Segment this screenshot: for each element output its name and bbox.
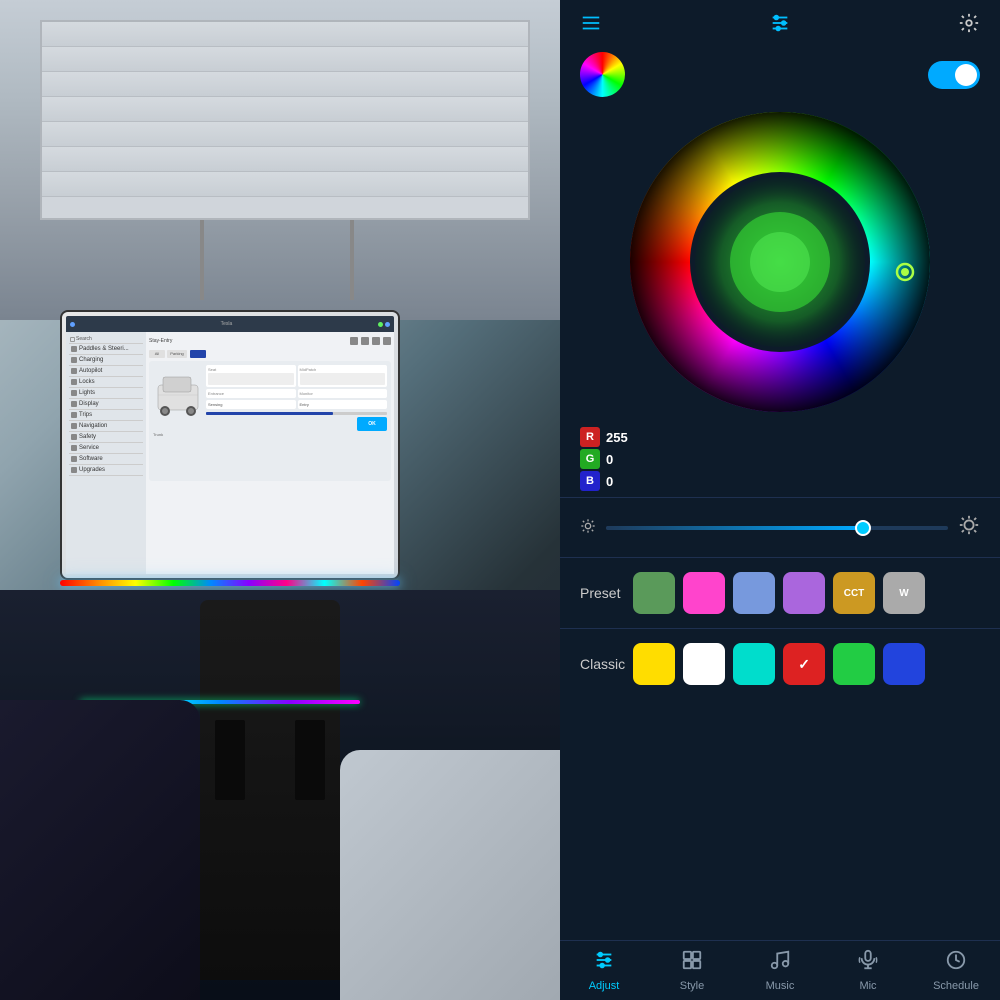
tesla-screen: Tesla Search Paddles & Steeri... Chargin… (60, 310, 400, 580)
brightness-high-icon (958, 514, 980, 541)
car-photo: Tesla Search Paddles & Steeri... Chargin… (0, 0, 570, 1000)
classic-swatch-green[interactable] (833, 643, 875, 685)
seat-right (340, 750, 570, 1000)
classic-swatch-cyan[interactable] (733, 643, 775, 685)
r-label: R (580, 427, 600, 447)
brightness-fill (606, 526, 863, 530)
power-toggle[interactable] (928, 61, 980, 89)
color-wheel[interactable] (625, 107, 935, 417)
garage-rail-right (350, 220, 354, 300)
preset-swatch-white[interactable]: W (883, 572, 925, 614)
seat-left (0, 700, 200, 1000)
b-value: 0 (606, 474, 636, 489)
r-value: 255 (606, 430, 636, 445)
app-panel: R 255 G 0 B 0 (560, 0, 1000, 1000)
mic-icon (857, 949, 879, 977)
nav-item-style[interactable]: Style (662, 949, 722, 992)
rgb-r-row: R 255 (580, 427, 980, 447)
style-icon (681, 949, 703, 977)
app-header (560, 0, 1000, 52)
preset-swatch-blue[interactable] (733, 572, 775, 614)
gear-icon[interactable] (958, 12, 980, 40)
classic-row: Classic ✓ (580, 643, 980, 685)
nav-item-mic[interactable]: Mic (838, 949, 898, 992)
divider-1 (560, 497, 1000, 498)
divider-2 (560, 557, 1000, 558)
mic-label: Mic (859, 980, 876, 992)
preset-swatch-green[interactable] (633, 572, 675, 614)
adjust-icon (593, 949, 615, 977)
schedule-label: Schedule (933, 980, 979, 992)
g-label: G (580, 449, 600, 469)
sliders-icon[interactable] (769, 12, 791, 40)
color-preview-circle (580, 52, 625, 97)
bottom-nav: Adjust Style Music (560, 940, 1000, 1000)
classic-swatch-blue[interactable] (883, 643, 925, 685)
brightness-section (560, 502, 1000, 553)
nav-item-schedule[interactable]: Schedule (926, 949, 986, 992)
wheel-container (560, 97, 1000, 427)
swatch-checkmark: ✓ (798, 656, 810, 673)
rgb-g-row: G 0 (580, 449, 980, 469)
garage-door (40, 20, 530, 220)
schedule-icon (945, 949, 967, 977)
rgb-values: R 255 G 0 B 0 (560, 427, 1000, 493)
color-preview-section (560, 52, 1000, 97)
garage-area (0, 0, 570, 320)
classic-swatch-white[interactable] (683, 643, 725, 685)
console-slot-right (295, 720, 325, 800)
b-label: B (580, 471, 600, 491)
nav-item-music[interactable]: Music (750, 949, 810, 992)
spacer (560, 695, 1000, 940)
preset-row: Preset CCT W (580, 572, 980, 614)
preset-label: Preset (580, 585, 625, 601)
classic-label: Classic (580, 656, 625, 672)
preset-section: Preset CCT W (560, 562, 1000, 624)
g-value: 0 (606, 452, 636, 467)
divider-3 (560, 628, 1000, 629)
garage-rail-left (200, 220, 204, 300)
menu-icon[interactable] (580, 12, 602, 40)
music-label: Music (766, 980, 795, 992)
preset-swatch-purple[interactable] (783, 572, 825, 614)
classic-swatch-red[interactable]: ✓ (783, 643, 825, 685)
style-label: Style (680, 980, 704, 992)
brightness-slider[interactable] (606, 526, 948, 530)
classic-section: Classic ✓ (560, 633, 1000, 695)
brightness-low-icon (580, 518, 596, 537)
brightness-row (580, 514, 980, 541)
adjust-label: Adjust (589, 980, 620, 992)
preset-swatch-cct[interactable]: CCT (833, 572, 875, 614)
rgb-strip-top (60, 580, 400, 586)
classic-swatch-yellow[interactable] (633, 643, 675, 685)
nav-item-adjust[interactable]: Adjust (574, 949, 634, 992)
brightness-thumb[interactable] (855, 520, 871, 536)
rgb-b-row: B 0 (580, 471, 980, 491)
preset-swatch-pink[interactable] (683, 572, 725, 614)
music-icon (769, 949, 791, 977)
console-slot-left (215, 720, 245, 800)
